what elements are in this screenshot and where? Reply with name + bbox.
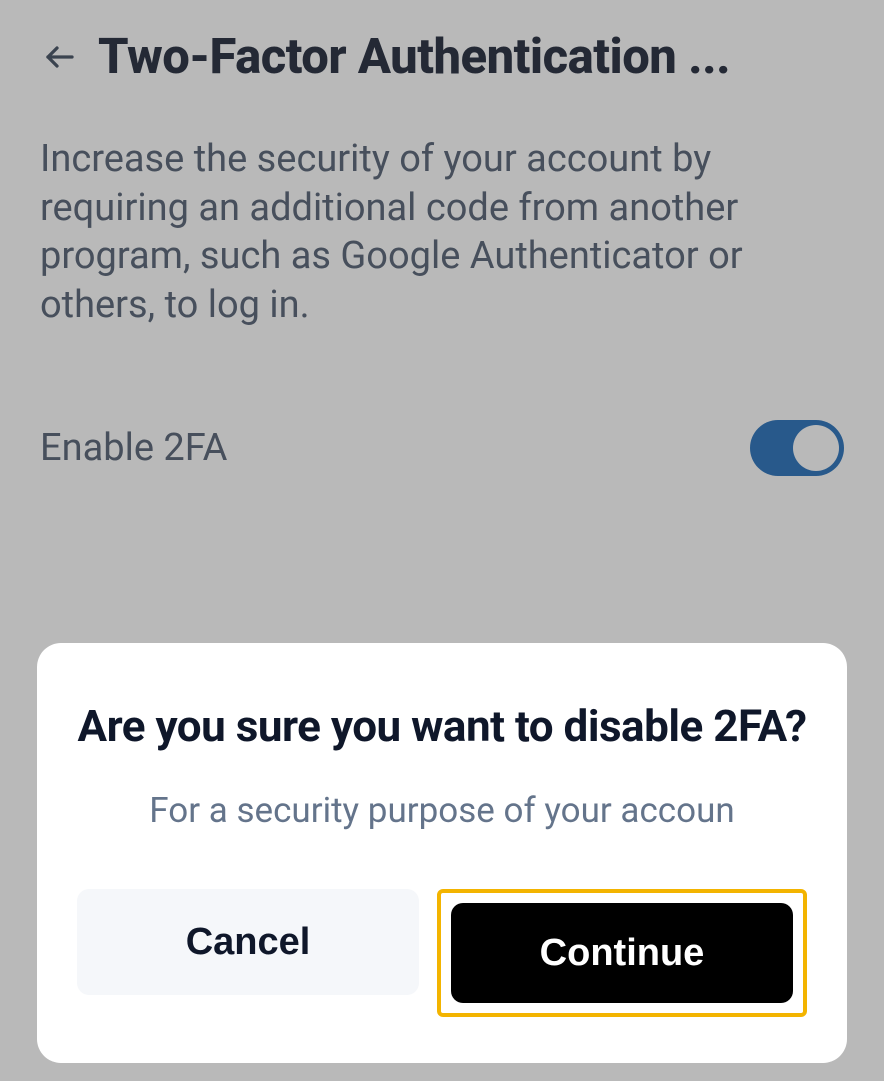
dialog-subtitle: For a security purpose of your accoun bbox=[77, 790, 807, 831]
disable-2fa-dialog: Are you sure you want to disable 2FA? Fo… bbox=[37, 643, 847, 1063]
continue-button-highlight: Continue bbox=[437, 889, 807, 1017]
cancel-button[interactable]: Cancel bbox=[77, 889, 419, 995]
dialog-button-row: Cancel Continue bbox=[77, 889, 807, 1017]
continue-button[interactable]: Continue bbox=[451, 903, 793, 1003]
dialog-title: Are you sure you want to disable 2FA? bbox=[77, 697, 807, 756]
modal-overlay[interactable]: Are you sure you want to disable 2FA? Fo… bbox=[0, 0, 884, 1081]
